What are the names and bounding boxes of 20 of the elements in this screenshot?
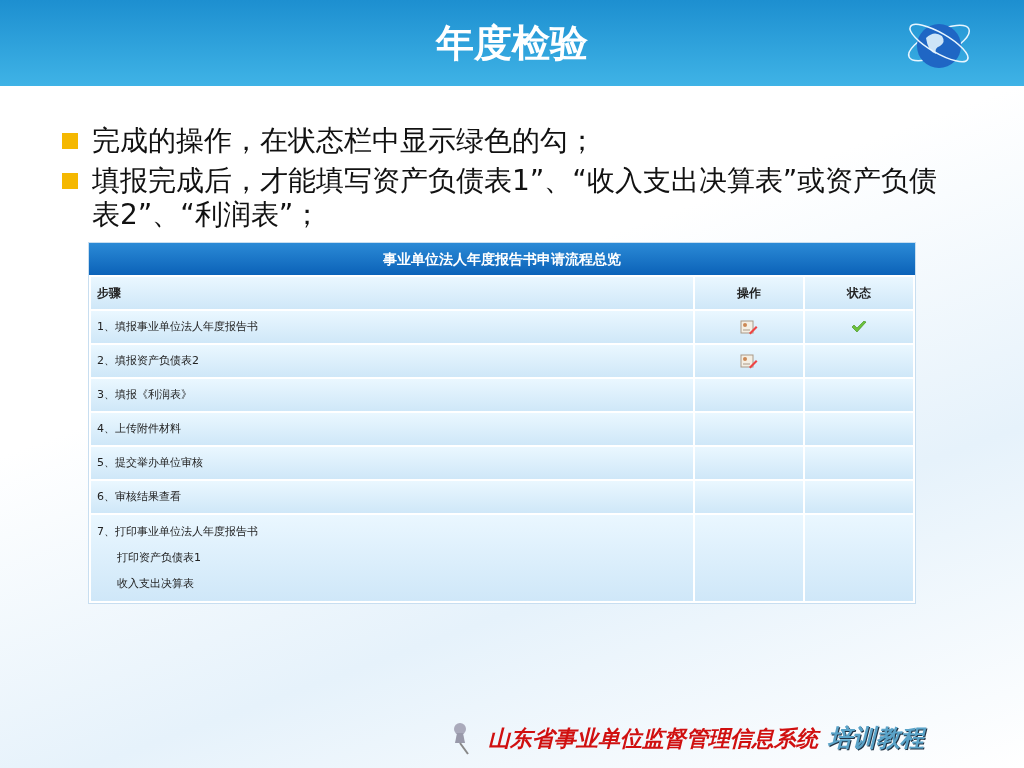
edit-icon[interactable] [740,319,758,335]
step-text: 收入支出决算表 [116,576,194,592]
step-text: 打印资产负债表1 [116,550,201,566]
step-text: 7、打印事业单位法人年度报告书 [97,524,258,540]
step-text: 5、提交举办单位审核 [97,454,203,471]
bullet-icon [62,133,78,149]
bullet-text: 完成的操作，在状态栏中显示绿色的勾； [92,124,596,158]
column-header: 步骤 [91,277,693,309]
step-text: 4、上传附件材料 [97,420,181,437]
table-title-bar: 事业单位法人年度报告书申请流程总览 [89,243,915,275]
bullet-icon [62,173,78,189]
step-text: 1、填报事业单位法人年度报告书 [97,318,258,335]
step-text: 2、填报资产负债表2 [97,352,199,369]
edit-icon[interactable] [740,353,758,369]
step-text: 6、审核结果查看 [97,488,181,505]
bullet-text: 填报完成后，才能填写资产负债表1”、“收入支出决算表”或资产负债表2”、“利润表”； [92,164,939,232]
step-text: 3、填报《利润表》 [97,386,192,403]
slide-title: 年度检验 [436,20,588,67]
column-header: 操作 [695,277,803,309]
column-header: 状态 [805,277,913,309]
